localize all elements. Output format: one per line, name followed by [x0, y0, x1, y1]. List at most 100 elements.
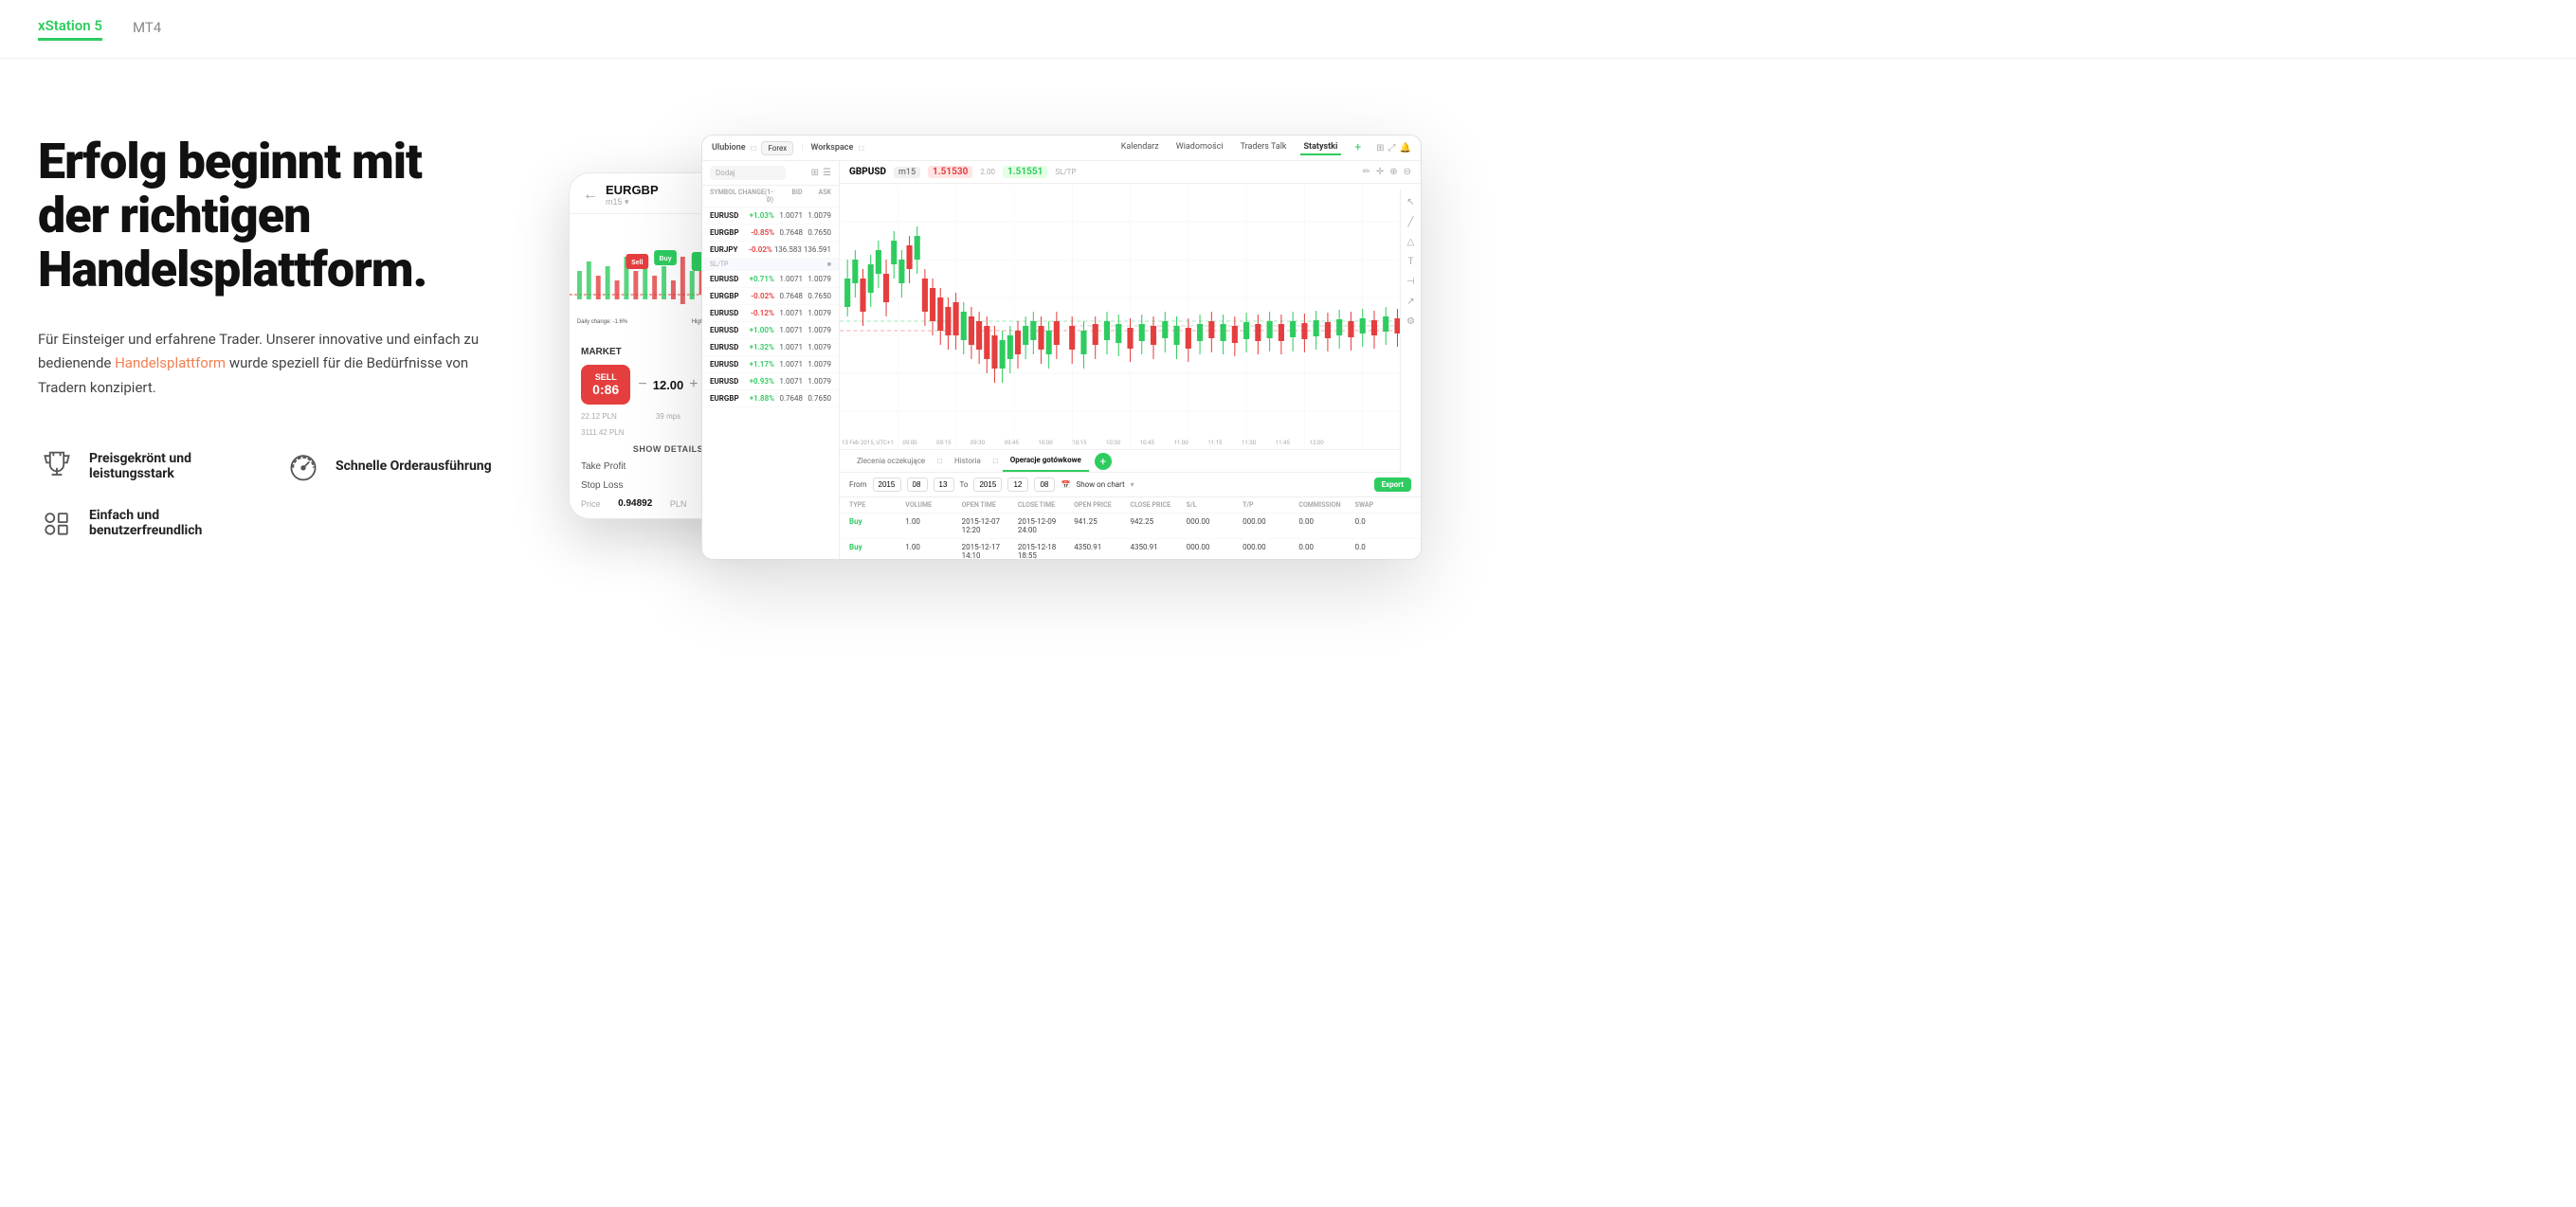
chart-header: GBPUSD m15 1.51530 2.00 1.51551 SL/TP ✏ … — [840, 161, 1421, 184]
mobile-market-label: MARKET — [581, 347, 622, 357]
svg-text:11:00: 11:00 — [1173, 440, 1188, 446]
watchlist-row[interactable]: EURUSD -0.12% 1.0071 1.0079 — [702, 305, 839, 322]
grid-icon[interactable]: ⊞ — [811, 168, 819, 178]
svg-text:Buy: Buy — [659, 256, 671, 262]
mobile-subtitle: m15 ▾ — [606, 197, 659, 207]
ruler-icon[interactable]: ⊣ — [1406, 277, 1415, 287]
tab-traders-talk[interactable]: Traders Talk — [1237, 140, 1291, 155]
settings-icon[interactable]: ⚙ — [1406, 316, 1415, 327]
zoom-in-icon[interactable]: ⊕ — [1389, 167, 1397, 177]
watchlist-sl-tp-row: SL/TP ■ — [702, 259, 839, 271]
hero-subtext: Für Einsteiger und erfahrene Trader. Uns… — [38, 328, 493, 401]
filter-row: From To 📅 Show on chart ▾ Export — [840, 473, 1421, 497]
watchlist-label: Ulubione — [712, 143, 746, 153]
tab-history[interactable]: Historia — [947, 451, 989, 471]
svg-text:11:45: 11:45 — [1276, 440, 1291, 446]
to-month-input[interactable] — [1007, 477, 1028, 492]
mobile-sell-button[interactable]: SELL 0:86 — [581, 365, 630, 405]
svg-text:09:45: 09:45 — [1005, 440, 1020, 446]
svg-text:10:00: 10:00 — [1038, 440, 1053, 446]
to-day-input[interactable] — [1034, 477, 1055, 492]
table-row[interactable]: Buy 1.00 2015-12-07 12:20 2015-12-09 24:… — [840, 513, 1421, 539]
watchlist-search[interactable]: Dodaj — [710, 166, 786, 180]
cursor-icon[interactable]: ↖ — [1406, 197, 1414, 207]
chart-ask: 1.51551 — [1003, 166, 1047, 178]
calendar-icon-from[interactable]: 📅 — [1061, 480, 1070, 489]
from-year-input[interactable] — [873, 477, 901, 492]
take-profit-label: Take Profit — [581, 461, 626, 472]
watchlist-row[interactable]: EURGBP +1.88% 0.7648 0.7650 — [702, 390, 839, 407]
feature-award: Preisgekrönt und leistungsstark — [38, 447, 246, 485]
stop-loss-label: Stop Loss — [581, 480, 623, 491]
crosshair-icon[interactable]: ✛ — [1376, 167, 1384, 177]
subtext-highlight: Handelsplattform — [115, 354, 226, 371]
from-label: From — [849, 480, 867, 489]
watchlist-row[interactable]: EURUSD +1.17% 1.0071 1.0079 — [702, 356, 839, 373]
svg-text:10:15: 10:15 — [1072, 440, 1087, 446]
show-on-chart-label: Show on chart — [1076, 480, 1124, 489]
svg-text:Daily change: -1.6%: Daily change: -1.6% — [577, 319, 628, 325]
feature-simple: Einfach und benutzerfreundlich — [38, 504, 246, 542]
dt-tabs: Kalendarz Wiadomości Traders Talk Statys… — [1117, 140, 1361, 155]
watchlist-row[interactable]: EURUSD +1.00% 1.0071 1.0079 — [702, 322, 839, 339]
shape-icon[interactable]: △ — [1407, 237, 1415, 247]
zoom-out-icon[interactable]: ⊖ — [1404, 167, 1411, 177]
features-grid: Preisgekrönt und leistungsstark Schnelle… — [38, 447, 493, 542]
svg-text:11:15: 11:15 — [1207, 440, 1223, 446]
watchlist-row[interactable]: EURJPY -0.02% 136.583 136.591 — [702, 242, 839, 259]
watchlist-row[interactable]: EURUSD +0.71% 1.0071 1.0079 — [702, 271, 839, 288]
share-icon[interactable]: ↗ — [1406, 297, 1414, 307]
text-icon[interactable]: T — [1408, 257, 1414, 267]
nav-xstation5[interactable]: xStation 5 — [38, 17, 102, 41]
simple-icon — [38, 504, 76, 542]
tab-statistics[interactable]: Statystki — [1300, 140, 1342, 155]
svg-text:09:00: 09:00 — [902, 440, 917, 446]
watchlist-row[interactable]: EURUSD +1.32% 1.0071 1.0079 — [702, 339, 839, 356]
watchlist-row[interactable]: EURUSD +0.93% 1.0071 1.0079 — [702, 373, 839, 390]
mobile-mps: 39 mps — [656, 412, 680, 421]
notifications-icon: 🔔 — [1400, 143, 1411, 153]
mobile-quantity: 12.00 — [653, 378, 684, 392]
mobile-plus-button[interactable]: + — [689, 376, 698, 393]
feature-speed: Schnelle Orderausführung — [284, 447, 493, 485]
desktop-mockup: Ulubione □ Forex | Workspace □ Kalendarz… — [701, 135, 1422, 560]
sl-tp-label: SL/TP — [1055, 168, 1076, 176]
watchlist-row[interactable]: EURGBP -0.02% 0.7648 0.7650 — [702, 288, 839, 305]
chart-area: 1.5200 1.5190 1.5180 1.5170 1.5160 1.515… — [840, 184, 1421, 449]
watchlist-row[interactable]: EURUSD +1.03% 1.0071 1.0079 — [702, 207, 839, 225]
pencil-icon[interactable]: ✏ — [1362, 167, 1370, 177]
mobile-pln-label: PLN — [670, 499, 687, 509]
to-year-input[interactable] — [973, 477, 1002, 492]
right-content: ← EURGBP m15 ▾ ⏱ — [512, 116, 2538, 589]
table-row[interactable]: Buy 1.00 2015-12-17 14:10 2015-12-18 18:… — [840, 539, 1421, 560]
svg-text:13 Feb 2015, UTC+1: 13 Feb 2015, UTC+1 — [842, 440, 894, 446]
left-content: Erfolg beginnt mit der richtigen Handels… — [38, 116, 493, 542]
line-tool-icon[interactable]: ╱ — [1407, 217, 1413, 227]
watchlist-panel: Dodaj ⊞ ☰ SYMBOL CHANGE(1-D) BID ASK — [702, 161, 840, 559]
feature-award-label: Preisgekrönt und leistungsstark — [89, 451, 246, 481]
svg-text:Sell: Sell — [631, 260, 643, 266]
tab-news[interactable]: Wiadomości — [1172, 140, 1227, 155]
watchlist-row[interactable]: EURGBP -0.85% 0.7648 0.7650 — [702, 225, 839, 242]
nav-mt4[interactable]: MT4 — [133, 19, 161, 40]
export-button[interactable]: Export — [1374, 477, 1411, 492]
speedometer-icon — [284, 447, 322, 485]
add-tab-button[interactable]: + — [1095, 453, 1112, 470]
expand-icon: ⤢ — [1388, 143, 1396, 153]
tab-cash-operations[interactable]: Operacje gotówkowe — [1003, 450, 1089, 472]
tab-add-icon[interactable]: + — [1354, 140, 1361, 155]
tab-calendar[interactable]: Kalendarz — [1117, 140, 1163, 155]
forex-dropdown[interactable]: Forex — [761, 141, 793, 155]
from-month-input[interactable] — [907, 477, 928, 492]
to-label: To — [960, 480, 969, 489]
tab-pending-orders[interactable]: Zlecenia oczekujące — [849, 451, 933, 471]
mobile-back-icon[interactable]: ← — [583, 187, 598, 204]
from-day-input[interactable] — [934, 477, 954, 492]
list-icon[interactable]: ☰ — [823, 168, 831, 178]
show-on-chart-arrow[interactable]: ▾ — [1131, 480, 1134, 489]
mobile-minus-button[interactable]: − — [638, 376, 646, 393]
mobile-price-label: Price — [581, 499, 601, 509]
page-title: Erfolg beginnt mit der richtigen Handels… — [38, 135, 493, 297]
chart-timeframe[interactable]: m15 — [894, 167, 920, 178]
main-layout: Erfolg beginnt mit der richtigen Handels… — [0, 59, 2576, 1085]
